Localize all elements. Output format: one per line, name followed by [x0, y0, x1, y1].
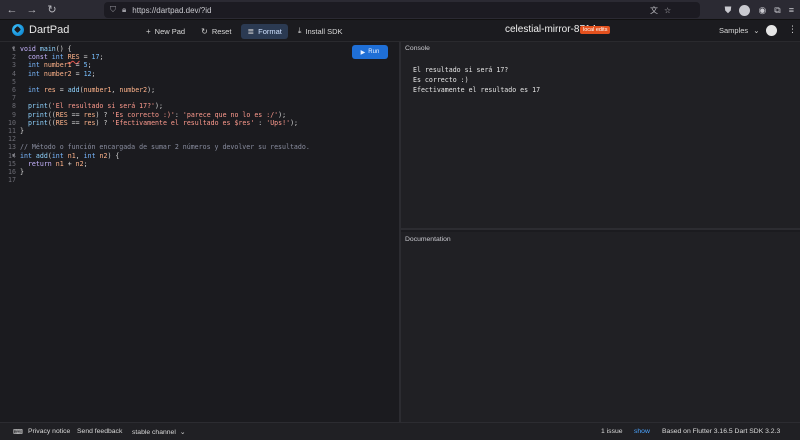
- code-line: print((RES == res) ? 'Es correcto :)': '…: [27, 110, 287, 119]
- line-number: 13: [8, 143, 16, 152]
- line-number: 12: [8, 135, 16, 144]
- code-editor[interactable]: 1 ▼ void main() { 2 const int RES = 17; …: [0, 42, 399, 422]
- console-title: Console: [405, 45, 430, 52]
- sdk-version: Based on Flutter 3.16.5 Dart SDK 3.2.3: [662, 428, 781, 435]
- issues-count: 1 issue: [601, 428, 623, 435]
- lock-icon: 🔒︎: [122, 5, 127, 14]
- code-line: }: [20, 168, 24, 176]
- code-line: int add(int n1, int n2) {: [20, 151, 120, 160]
- code-line: print((RES == res) ? 'Efectivamente el r…: [27, 118, 299, 127]
- samples-dropdown[interactable]: Samples ⌄: [719, 26, 759, 35]
- line-number: 16: [8, 168, 16, 176]
- code-line: // Método o función encargada de sumar 2…: [20, 143, 310, 152]
- help-button[interactable]: ⌨: [13, 428, 23, 436]
- status-bar: ⌨ Privacy notice Send feedback stable ch…: [0, 422, 800, 440]
- install-sdk-label: Install SDK: [305, 26, 343, 36]
- reset-button[interactable]: ↻ Reset: [195, 24, 237, 39]
- refresh-icon: ↻: [201, 26, 208, 36]
- format-label: Format: [258, 26, 282, 36]
- local-edits-badge: local edits: [580, 26, 611, 34]
- app-header: DartPad + New Pad ↻ Reset ≣ Format ⤓ Ins…: [0, 20, 800, 42]
- fold-arrow-icon[interactable]: ▼: [12, 152, 15, 160]
- dart-logo-icon: [12, 24, 24, 36]
- url-text: https://dartpad.dev/?id: [132, 5, 212, 15]
- extension-icon[interactable]: [739, 4, 751, 16]
- console-line: Efectivamente el resultado es 17: [413, 86, 541, 94]
- download-icon: ⤓: [297, 26, 302, 35]
- line-number: 9: [12, 110, 16, 119]
- line-number: 17: [8, 176, 16, 185]
- format-icon: ≣: [247, 26, 255, 36]
- shield-icon: ⛉: [110, 5, 116, 14]
- app-name: DartPad: [29, 24, 70, 36]
- console-panel: Console El resultado si será 17? Es corre…: [401, 42, 800, 230]
- line-number: 15: [8, 159, 16, 168]
- address-bar[interactable]: ⛉ 🔒︎ https://dartpad.dev/?id: [104, 2, 700, 18]
- fold-arrow-icon[interactable]: ▼: [12, 45, 15, 53]
- toolbar: + New Pad ↻ Reset ≣ Format ⤓ Install SDK: [140, 23, 349, 39]
- line-number: 11: [8, 127, 16, 135]
- new-pad-button[interactable]: + New Pad: [140, 24, 191, 39]
- format-button[interactable]: ≣ Format: [241, 23, 288, 39]
- play-icon: ▶: [360, 49, 366, 56]
- back-icon[interactable]: ←: [4, 2, 20, 18]
- code-line: void main() {: [20, 45, 72, 53]
- reset-label: Reset: [211, 26, 232, 36]
- console-line: Es correcto :): [413, 76, 469, 84]
- code-line: int number2 = 12;: [27, 69, 96, 78]
- channel-label: stable channel: [132, 428, 176, 436]
- plus-icon: +: [146, 26, 151, 36]
- chevron-down-icon: ⌄: [179, 429, 186, 436]
- dartpad-logo[interactable]: DartPad: [12, 24, 69, 36]
- documentation-panel: Documentation: [401, 232, 800, 422]
- samples-label: Samples: [719, 26, 749, 35]
- menu-icon[interactable]: ≡: [789, 5, 794, 15]
- code-line: int number1 = 5;: [27, 61, 92, 70]
- channel-dropdown[interactable]: stable channel ⌄: [132, 428, 186, 437]
- keyboard-icon: ⌨: [13, 429, 23, 436]
- line-number: 4: [12, 69, 16, 78]
- run-button[interactable]: ▶ Run: [352, 45, 388, 59]
- code-line: }: [20, 127, 24, 135]
- console-output: El resultado si será 17? Es correcto :) Ef…: [413, 65, 540, 95]
- line-number: 10: [8, 118, 16, 127]
- extensions-icon[interactable]: ⧉: [774, 5, 780, 16]
- browser-toolbar: ← → ↻ ⛉ 🔒︎ https://dartpad.dev/?id 文 ☆ ⛊…: [0, 0, 800, 20]
- new-pad-label: New Pad: [154, 26, 186, 36]
- code-line: int res = add(number1, number2);: [27, 86, 156, 94]
- line-number: 6: [12, 86, 16, 94]
- show-issues-link[interactable]: show: [634, 428, 650, 435]
- install-sdk-button[interactable]: ⤓ Install SDK: [292, 24, 349, 39]
- line-number: 5: [12, 77, 16, 86]
- line-number: 2: [12, 53, 16, 62]
- run-label: Run: [368, 49, 380, 55]
- privacy-notice-link[interactable]: Privacy notice: [28, 428, 70, 435]
- more-vert-icon[interactable]: ⋮: [788, 24, 797, 35]
- chevron-down-icon: ⌄: [753, 26, 760, 35]
- github-icon[interactable]: [766, 25, 777, 36]
- account-icon[interactable]: ◉: [758, 5, 766, 16]
- forward-icon[interactable]: →: [24, 2, 40, 18]
- send-feedback-link[interactable]: Send feedback: [77, 428, 122, 435]
- line-number: 3: [12, 61, 16, 70]
- translate-icon[interactable]: 文: [650, 5, 658, 16]
- documentation-title: Documentation: [405, 236, 451, 243]
- bookmark-star-icon[interactable]: ☆: [664, 6, 671, 15]
- code-line: return n1 + n2;: [27, 159, 88, 168]
- console-line: El resultado si será 17?: [413, 66, 509, 74]
- line-number: 8: [12, 102, 16, 111]
- pocket-icon[interactable]: ⛊: [725, 5, 732, 16]
- code-line: const int RES = 17;: [27, 53, 104, 62]
- reload-icon[interactable]: ↻: [44, 2, 60, 18]
- line-number: 7: [12, 94, 16, 103]
- code-line: print('El resultado si será 17?');: [27, 102, 163, 111]
